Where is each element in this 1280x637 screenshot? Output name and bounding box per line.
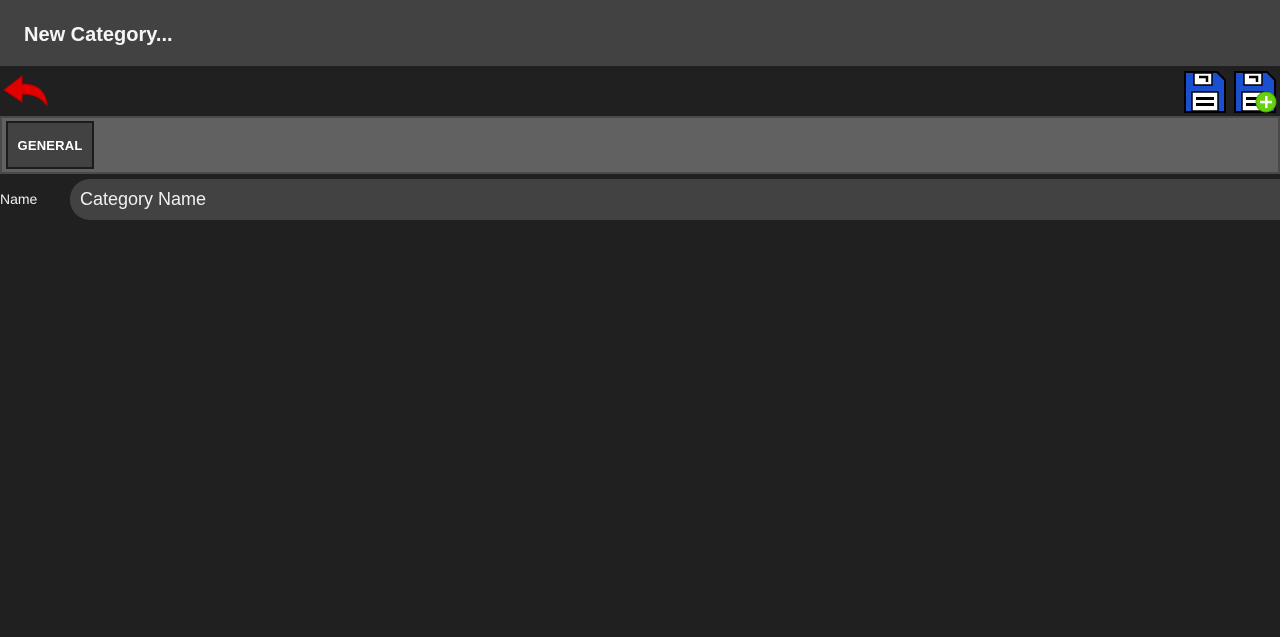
back-button[interactable] [2, 74, 50, 110]
save-button[interactable] [1183, 70, 1227, 114]
back-arrow-icon [3, 74, 48, 107]
floppy-save-add-icon [1234, 71, 1277, 113]
save-and-new-button[interactable] [1233, 70, 1277, 114]
tab-strip: GENERAL [0, 116, 1280, 174]
tab-general[interactable]: GENERAL [6, 121, 94, 169]
toolbar [0, 66, 1280, 116]
title-bar: New Category... [0, 0, 1280, 66]
floppy-save-icon [1184, 71, 1226, 113]
page-title: New Category... [24, 24, 173, 46]
category-name-input[interactable] [70, 179, 1280, 220]
name-field-row: Name [0, 179, 1280, 220]
name-label: Name [0, 191, 38, 207]
